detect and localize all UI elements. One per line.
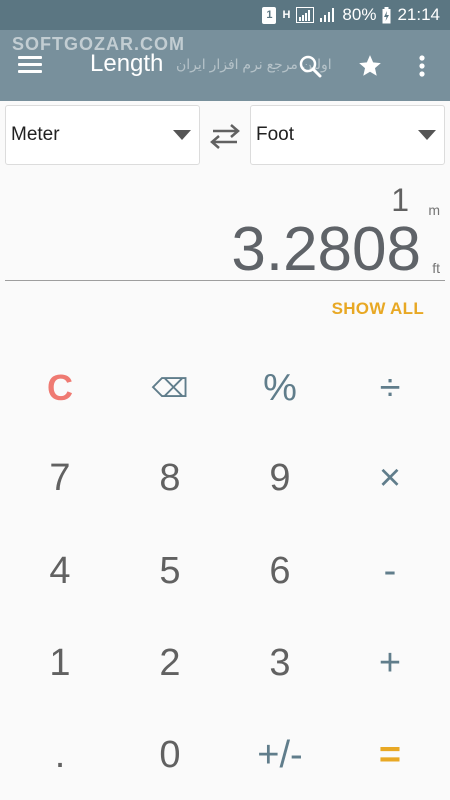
- multiply-button[interactable]: ×: [335, 433, 445, 523]
- more-vert-icon[interactable]: [404, 48, 440, 84]
- signal-icon: [296, 7, 315, 23]
- result-value: 3.2808: [231, 215, 421, 284]
- negate-button[interactable]: +/-: [225, 710, 335, 800]
- status-bar: 1 H 80% 21:14: [0, 0, 450, 30]
- page-title: Length: [90, 50, 164, 77]
- backspace-icon[interactable]: ⌫: [115, 343, 225, 433]
- source-unit-symbol: m: [428, 202, 440, 218]
- network-type: H: [282, 9, 291, 21]
- show-all-button[interactable]: SHOW ALL: [332, 299, 424, 319]
- battery-charging-icon: [382, 6, 391, 24]
- digit-9-button[interactable]: 9: [225, 433, 335, 523]
- subtract-button[interactable]: -: [335, 526, 445, 616]
- digit-5-button[interactable]: 5: [115, 526, 225, 616]
- equals-button[interactable]: =: [335, 710, 445, 800]
- clock: 21:14: [397, 5, 440, 24]
- signal-bars-icon: [320, 8, 336, 22]
- star-icon[interactable]: [352, 48, 388, 84]
- digit-8-button[interactable]: 8: [115, 433, 225, 523]
- digit-6-button[interactable]: 6: [225, 526, 335, 616]
- chevron-down-icon: [173, 130, 191, 140]
- menu-icon[interactable]: [12, 50, 48, 80]
- swap-units-icon[interactable]: [207, 118, 243, 154]
- battery-percent: 80%: [342, 5, 377, 24]
- chevron-down-icon: [418, 130, 436, 140]
- clear-button[interactable]: C: [5, 343, 115, 433]
- percent-button[interactable]: %: [225, 343, 335, 433]
- digit-2-button[interactable]: 2: [115, 618, 225, 708]
- result-display: 1 m 3.2808 ft: [5, 170, 445, 284]
- from-unit-label: Meter: [11, 124, 60, 145]
- digit-3-button[interactable]: 3: [225, 618, 335, 708]
- digit-0-button[interactable]: 0: [115, 710, 225, 800]
- search-icon[interactable]: [292, 48, 328, 84]
- app-bar: SOFTGOZAR.COM اولین مرجع نرم افزار ایران…: [0, 30, 450, 101]
- to-unit-select[interactable]: Foot: [250, 105, 445, 165]
- add-button[interactable]: +: [335, 618, 445, 708]
- divide-button[interactable]: ÷: [335, 343, 445, 433]
- sim-indicator: 1: [262, 6, 277, 24]
- digit-4-button[interactable]: 4: [5, 526, 115, 616]
- from-unit-select[interactable]: Meter: [5, 105, 200, 165]
- divider: [5, 280, 445, 281]
- decimal-button[interactable]: .: [5, 710, 115, 800]
- result-unit-symbol: ft: [432, 260, 440, 276]
- digit-1-button[interactable]: 1: [5, 618, 115, 708]
- digit-7-button[interactable]: 7: [5, 433, 115, 523]
- to-unit-label: Foot: [256, 124, 295, 145]
